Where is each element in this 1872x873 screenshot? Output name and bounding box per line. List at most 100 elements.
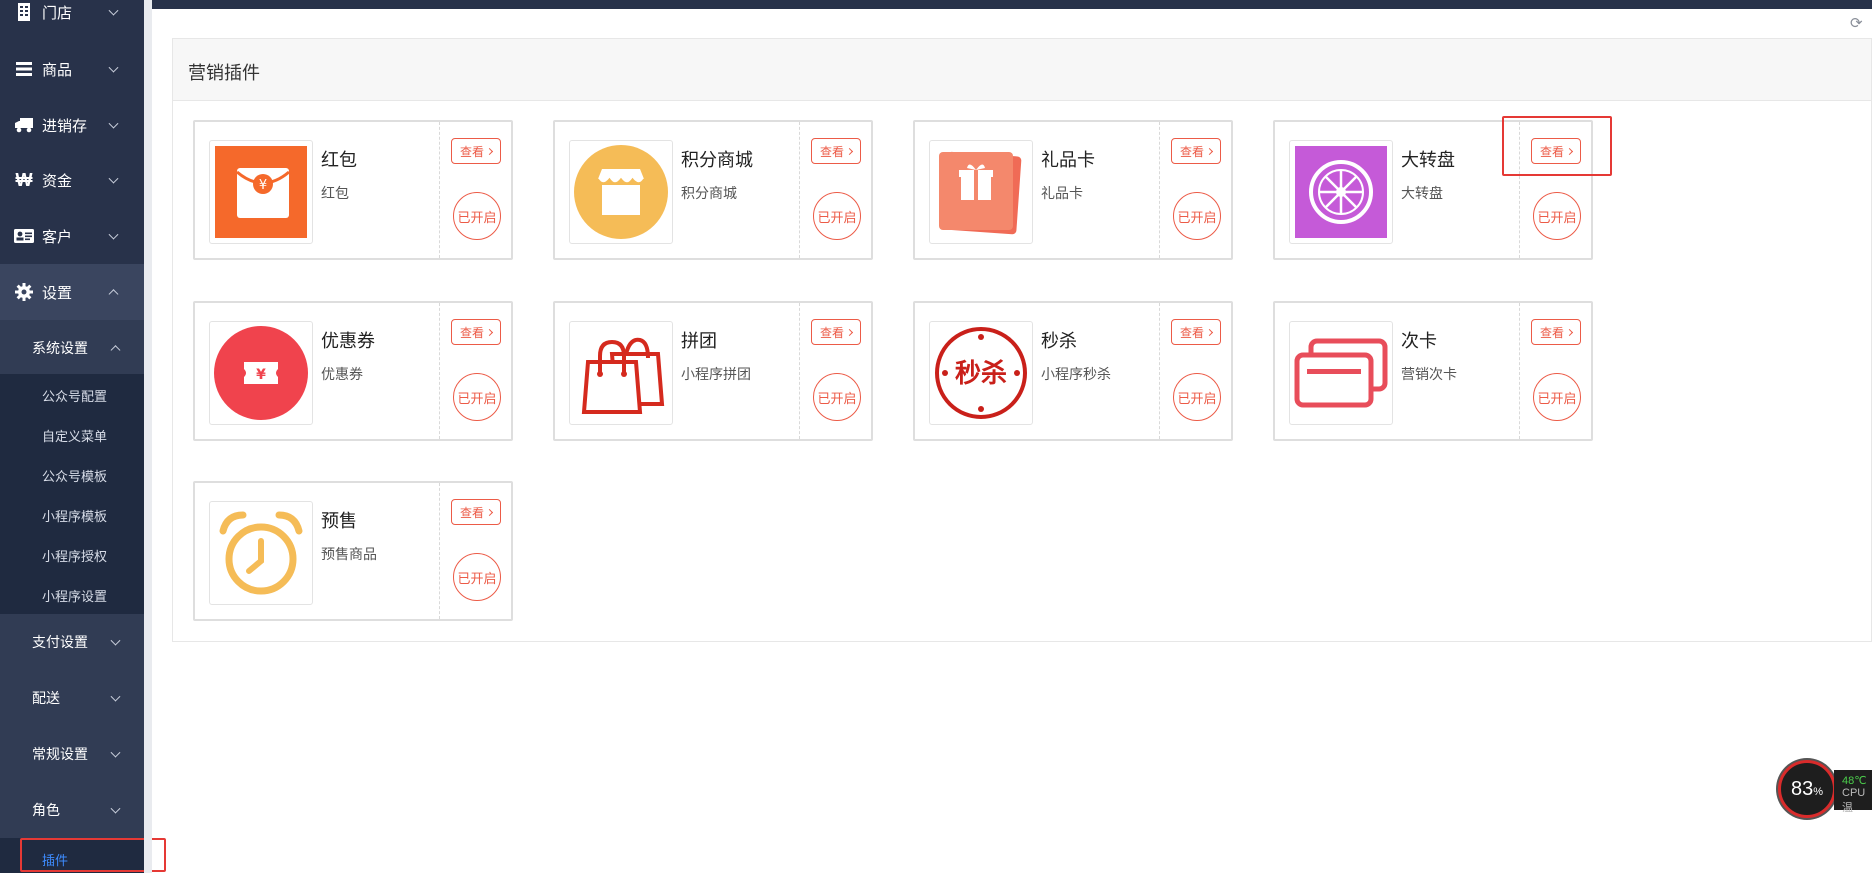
svg-text:秒杀: 秒杀 <box>955 358 1007 389</box>
chevron-down-icon <box>110 747 121 758</box>
sidebar-item-settings[interactable]: 设置 <box>0 264 144 320</box>
sidebar-leaf-miniprogram-settings[interactable]: 小程序设置 <box>42 586 107 605</box>
chevron-right-icon <box>1565 147 1574 155</box>
truck-icon <box>14 115 34 135</box>
chevron-down-icon <box>108 62 119 73</box>
sidebar-leaf-official-account-template[interactable]: 公众号模板 <box>42 466 107 485</box>
sidebar-item-delivery[interactable]: 配送 <box>0 670 144 726</box>
sidebar-leaf-miniprogram-auth[interactable]: 小程序授权 <box>42 546 107 565</box>
divider <box>1519 303 1520 439</box>
cpu-usage-gauge: 83% <box>1778 760 1836 818</box>
divider <box>439 122 440 258</box>
sidebar-item-payment-settings[interactable]: 支付设置 <box>0 614 144 670</box>
view-button[interactable]: 查看 <box>451 138 501 164</box>
plugin-name: 礼品卡 <box>1041 150 1095 170</box>
view-button[interactable]: 查看 <box>1171 319 1221 345</box>
plugin-card-red-envelope: ¥ 红包 红包 查看 已开启 <box>193 120 513 260</box>
chevron-down-icon <box>110 803 121 814</box>
view-label: 查看 <box>1179 325 1204 340</box>
status-badge: 已开启 <box>1533 373 1581 421</box>
sidebar-gutter <box>144 0 152 873</box>
plugin-card-group-buy: 拼团 小程序拼团 查看 已开启 <box>553 301 873 441</box>
plugin-desc: 红包 <box>321 185 349 201</box>
chevron-right-icon <box>485 508 494 516</box>
divider <box>799 303 800 439</box>
coupon-icon: ¥ <box>209 321 313 425</box>
sidebar-label: 常规设置 <box>32 746 88 762</box>
sidebar-item-general-settings[interactable]: 常规设置 <box>0 726 144 782</box>
list-icon <box>14 59 34 79</box>
chevron-right-icon <box>845 328 854 336</box>
status-badge: 已开启 <box>1533 192 1581 240</box>
id-card-icon <box>14 226 34 246</box>
plugin-card-points-mall: 积分商城 积分商城 查看 已开启 <box>553 120 873 260</box>
chevron-right-icon <box>1205 328 1214 336</box>
sidebar-item-customers[interactable]: 客户 <box>0 208 144 264</box>
cpu-temp: 48℃ <box>1842 775 1867 787</box>
gift-card-icon <box>929 140 1033 244</box>
view-button[interactable]: 查看 <box>451 319 501 345</box>
sidebar-item-roles[interactable]: 角色 <box>0 782 144 838</box>
sidebar-leaf-miniprogram-template[interactable]: 小程序模板 <box>42 506 107 525</box>
cards-icon <box>1289 321 1393 425</box>
won-icon: ₩ <box>15 169 33 190</box>
system-settings-submenu: 公众号配置 自定义菜单 公众号模板 小程序模板 小程序授权 小程序设置 <box>0 374 144 614</box>
plugin-submenu <box>0 838 144 873</box>
sidebar-label: 系统设置 <box>32 340 88 356</box>
shopping-bag-icon <box>569 321 673 425</box>
top-bar <box>152 0 1872 9</box>
sidebar-item-store[interactable]: 门店 <box>0 0 144 40</box>
sidebar-item-system-settings[interactable]: 系统设置 <box>0 320 144 376</box>
status-badge: 已开启 <box>813 373 861 421</box>
sidebar-item-products[interactable]: 商品 <box>0 41 144 97</box>
sidebar-item-inventory[interactable]: 进销存 <box>0 97 144 153</box>
plugin-card-flash-sale: 秒杀 秒杀 小程序秒杀 查看 已开启 <box>913 301 1233 441</box>
refresh-icon[interactable]: ⟳ <box>1850 14 1866 32</box>
sidebar-item-funds[interactable]: ₩ 资金 <box>0 152 144 208</box>
svg-text:¥: ¥ <box>256 367 266 383</box>
view-button[interactable]: 查看 <box>811 138 861 164</box>
sidebar-label: 支付设置 <box>32 634 88 650</box>
plugin-desc: 积分商城 <box>681 185 737 201</box>
chevron-down-icon <box>110 635 121 646</box>
red-envelope-icon: ¥ <box>209 140 313 244</box>
divider <box>799 122 800 258</box>
wheel-icon <box>1289 140 1393 244</box>
view-button[interactable]: 查看 <box>1171 138 1221 164</box>
plugin-name: 拼团 <box>681 331 717 351</box>
status-badge: 已开启 <box>1173 192 1221 240</box>
view-button[interactable]: 查看 <box>451 499 501 525</box>
sidebar-label: 配送 <box>32 690 60 706</box>
sidebar-leaf-custom-menu[interactable]: 自定义菜单 <box>42 426 107 445</box>
gear-icon <box>14 282 34 302</box>
sidebar-leaf-official-account-config[interactable]: 公众号配置 <box>42 386 107 405</box>
flash-sale-icon: 秒杀 <box>929 321 1033 425</box>
view-button[interactable]: 查看 <box>811 319 861 345</box>
chevron-right-icon <box>1205 147 1214 155</box>
plugin-card-coupon: ¥ 优惠券 优惠券 查看 已开启 <box>193 301 513 441</box>
plugin-card-presale: 预售 预售商品 查看 已开启 <box>193 481 513 621</box>
plugin-desc: 小程序拼团 <box>681 366 751 382</box>
plugin-card-punch-card: 次卡 营销次卡 查看 已开启 <box>1273 301 1593 441</box>
plugin-name: 积分商城 <box>681 150 753 170</box>
shop-icon <box>569 140 673 244</box>
chevron-down-icon <box>108 118 119 129</box>
view-button[interactable]: 查看 <box>1531 138 1581 164</box>
view-button[interactable]: 查看 <box>1531 319 1581 345</box>
view-label: 查看 <box>819 144 844 159</box>
chevron-right-icon <box>485 147 494 155</box>
cpu-percent: 83 <box>1790 777 1814 800</box>
sidebar-label: 进销存 <box>42 117 88 135</box>
store-icon <box>14 2 34 22</box>
alarm-clock-icon <box>209 501 313 605</box>
sidebar-leaf-plugins[interactable]: 插件 <box>42 850 68 869</box>
divider <box>1159 122 1160 258</box>
view-label: 查看 <box>459 325 484 340</box>
divider <box>439 483 440 619</box>
view-label: 查看 <box>459 144 484 159</box>
sidebar-label: 设置 <box>42 284 73 302</box>
sidebar: 门店 商品 进销存 ₩ 资金 客户 设置 系统设置 公众号配置 自定义菜单 公众… <box>0 0 144 873</box>
cpu-monitor-widget[interactable]: 83% 48℃ CPU温 <box>1778 760 1872 820</box>
view-label: 查看 <box>1539 325 1564 340</box>
chevron-up-icon <box>108 289 119 300</box>
